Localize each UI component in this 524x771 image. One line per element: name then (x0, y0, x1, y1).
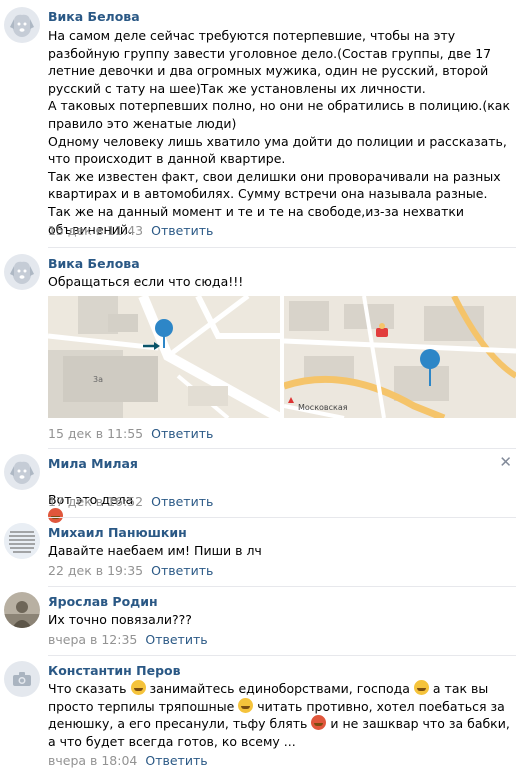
cursing-face-emoji-icon (311, 715, 327, 731)
person-facepalming-emoji-icon (238, 697, 254, 713)
map-pin-icon (420, 349, 440, 369)
map-building-label: 3а (93, 375, 103, 384)
comment-time[interactable]: 15 дек в 11:43 (48, 223, 143, 238)
tired-face-emoji-icon (48, 508, 63, 524)
reply-button[interactable]: Ответить (151, 563, 213, 578)
camera-icon (13, 672, 31, 686)
rolling-laughing-emoji-icon (413, 680, 429, 695)
reply-button[interactable]: Ответить (145, 632, 207, 647)
default-dog-avatar-icon (10, 14, 34, 37)
comment-text-part: Что сказать (48, 681, 127, 696)
comment-meta: вчера в 12:35 Ответить (48, 632, 208, 647)
comment-author[interactable]: Мила Милая (48, 456, 138, 471)
default-dog-avatar-icon (10, 261, 34, 284)
comment-author[interactable]: Вика Белова (48, 256, 140, 271)
comment-text: Давайте наебаем им! Пиши в лч (48, 543, 262, 558)
divider (48, 247, 516, 248)
reply-button[interactable]: Ответить (145, 753, 207, 768)
close-icon[interactable]: ✕ (499, 453, 512, 471)
grinning-face-emoji-icon (130, 680, 146, 695)
map-city-view: Московская (284, 296, 516, 418)
map-pin-icon (155, 319, 173, 337)
avatar[interactable] (4, 254, 40, 290)
reply-button[interactable]: Ответить (151, 426, 213, 441)
comment-text: Их точно повязали??? (48, 612, 192, 627)
avatar[interactable] (4, 523, 40, 559)
map-attachment-1[interactable]: 3а (48, 296, 280, 418)
comment-meta: 15 дек в 11:43 Ответить (48, 223, 213, 238)
divider (48, 586, 516, 587)
comment-text: На самом деле сейчас требуются потерпевш… (48, 28, 511, 237)
comment-author[interactable]: Ярослав Родин (48, 594, 158, 609)
comment-time[interactable]: вчера в 18:04 (48, 753, 137, 768)
comment-meta: вчера в 18:04 Ответить (48, 753, 208, 768)
map-station-label: Московская (298, 403, 348, 412)
map-attachment-2[interactable]: Московская (284, 296, 516, 418)
reply-button[interactable]: Ответить (151, 223, 213, 238)
avatar[interactable] (4, 592, 40, 628)
avatar[interactable] (4, 454, 40, 490)
comment-text: Обращаться если что сюда!!! (48, 274, 244, 289)
map-street-view: 3а (48, 296, 280, 418)
comment-time[interactable]: 15 дек в 11:55 (48, 426, 143, 441)
comment-text-part: занимайтесь единоборствами, господа (149, 681, 410, 696)
comment-time[interactable]: вчера в 12:35 (48, 632, 137, 647)
comment-author[interactable]: Михаил Панюшкин (48, 525, 187, 540)
divider (48, 517, 516, 518)
avatar[interactable] (4, 7, 40, 43)
reply-button[interactable]: Ответить (151, 494, 213, 509)
comment-author[interactable]: Вика Белова (48, 9, 140, 24)
text-image-avatar-icon (4, 523, 40, 559)
comment-meta: 15 дек в 11:55 Ответить (48, 426, 213, 441)
comment-meta: 22 дек в 19:35 Ответить (48, 563, 213, 578)
comment-time[interactable]: 17 дек в 16:52 (48, 494, 143, 509)
avatar[interactable] (4, 661, 40, 697)
default-dog-avatar-icon (10, 461, 34, 484)
comment-meta: 17 дек в 16:52 Ответить (48, 494, 213, 509)
divider (48, 655, 516, 656)
photo-avatar-icon (4, 592, 40, 628)
comment-author[interactable]: Константин Перов (48, 663, 181, 678)
comment-text: Что сказать занимайтесь единоборствами, … (48, 680, 518, 750)
comment-time[interactable]: 22 дек в 19:35 (48, 563, 143, 578)
divider (48, 448, 516, 449)
